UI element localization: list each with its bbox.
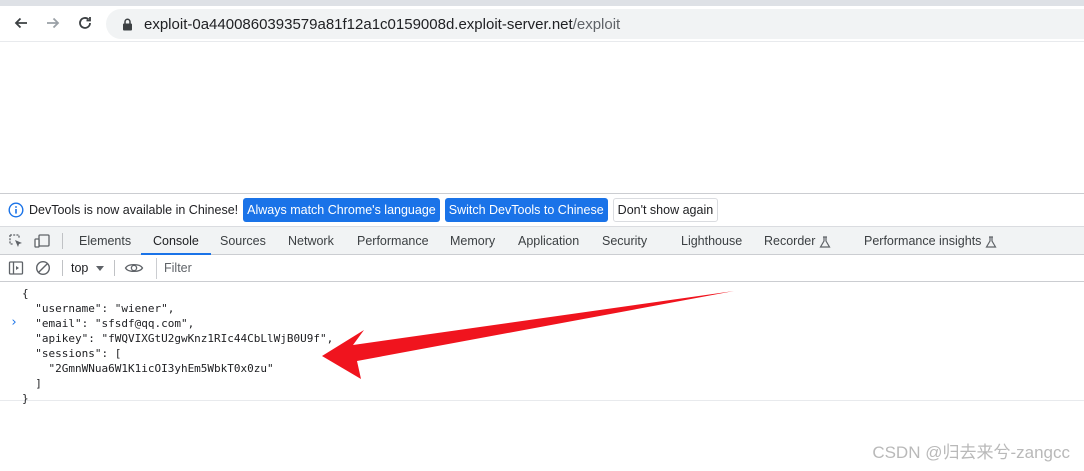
- tab-elements[interactable]: Elements: [79, 227, 131, 255]
- toolbar-separator: [114, 260, 115, 276]
- eye-icon[interactable]: [124, 260, 144, 276]
- forward-arrow-icon: [47, 17, 60, 29]
- console-line: {: [22, 287, 29, 300]
- switch-to-chinese-button[interactable]: Switch DevTools to Chinese: [444, 198, 608, 222]
- watermark: CSDN @归去来兮-zangcc: [872, 443, 1070, 462]
- url-host: exploit-0a4400860393579a81f12a1c0159008d…: [144, 15, 573, 33]
- toolbar-separator: [62, 260, 63, 276]
- context-selector[interactable]: top: [71, 255, 88, 282]
- info-icon: [8, 202, 24, 218]
- devtools-panel: DevTools is now available in Chinese! Al…: [0, 193, 1084, 471]
- tab-performance-insights[interactable]: Performance insights: [864, 227, 997, 255]
- tab-recorder-label: Recorder: [764, 234, 816, 248]
- reload-icon: [79, 17, 91, 29]
- reload-button[interactable]: [71, 9, 99, 37]
- url-path: /exploit: [572, 15, 621, 33]
- console-line: "apikey": "fWQVIXGtU2gwKnz1RIc44CbLlWjB0…: [22, 332, 334, 345]
- dont-show-again-button[interactable]: Don't show again: [612, 198, 719, 222]
- toolbar-separator: [62, 233, 63, 249]
- tab-network[interactable]: Network: [288, 227, 334, 255]
- devtools-tabbar: Elements Console Sources Network Perform…: [0, 227, 1084, 255]
- address-bar[interactable]: exploit-0a4400860393579a81f12a1c0159008d…: [106, 9, 1084, 39]
- tab-application[interactable]: Application: [518, 227, 579, 255]
- console-line: }: [22, 392, 29, 405]
- caret-down-icon[interactable]: [96, 266, 104, 271]
- tab-memory[interactable]: Memory: [450, 227, 495, 255]
- experimental-flask-icon: [985, 236, 997, 248]
- url-text: exploit-0a4400860393579a81f12a1c0159008d…: [144, 16, 620, 33]
- clear-console-icon[interactable]: [35, 260, 51, 276]
- back-button[interactable]: [7, 9, 35, 37]
- browser-toolbar: exploit-0a4400860393579a81f12a1c0159008d…: [0, 6, 1084, 42]
- console-toolbar: top Filter: [0, 255, 1084, 282]
- tab-sources[interactable]: Sources: [220, 227, 266, 255]
- console-line: "username": "wiener",: [22, 302, 175, 315]
- console-output: { "username": "wiener", "email": "sfsdf@…: [0, 282, 1084, 405]
- lock-icon[interactable]: [120, 17, 134, 31]
- device-toolbar-icon[interactable]: [34, 233, 50, 249]
- tab-security[interactable]: Security: [602, 227, 647, 255]
- infobar-message: DevTools is now available in Chinese!: [29, 203, 239, 217]
- console-line: ]: [22, 377, 42, 390]
- back-arrow-icon: [14, 17, 27, 29]
- forward-button[interactable]: [39, 9, 67, 37]
- tab-lighthouse[interactable]: Lighthouse: [681, 227, 742, 255]
- tab-console[interactable]: Console: [141, 227, 211, 255]
- always-match-language-button[interactable]: Always match Chrome's language: [243, 198, 440, 222]
- console-line: "sessions": [: [22, 347, 122, 360]
- console-filter-input[interactable]: Filter: [156, 258, 1084, 279]
- language-infobar: DevTools is now available in Chinese! Al…: [0, 194, 1084, 227]
- console-line: "2GmnWNua6W1K1icOI3yhEm5WbkT0x0zu": [22, 362, 274, 375]
- tab-performance-insights-label: Performance insights: [864, 234, 982, 248]
- console-prompt[interactable]: ›: [10, 315, 18, 330]
- console-line: "email": "sfsdf@qq.com",: [22, 317, 195, 330]
- tab-recorder[interactable]: Recorder: [764, 227, 831, 255]
- sidebar-toggle-icon[interactable]: [8, 260, 24, 276]
- tab-performance[interactable]: Performance: [357, 227, 429, 255]
- inspect-element-icon[interactable]: [8, 233, 24, 249]
- experimental-flask-icon: [819, 236, 831, 248]
